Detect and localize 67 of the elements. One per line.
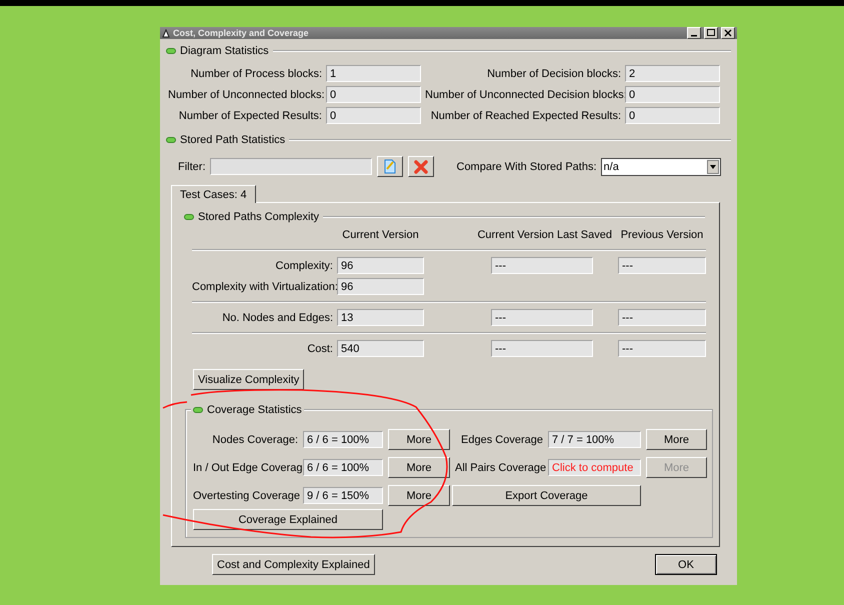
visualize-complexity-button[interactable]: Visualize Complexity [193, 369, 304, 390]
value-field: 0 [625, 86, 720, 103]
value-field: --- [491, 309, 593, 326]
field-label: Filter: [178, 160, 206, 172]
field-label: Number of Expected Results: [178, 110, 322, 122]
row-label: No. Nodes and Edges: [221, 312, 334, 324]
value-field: 0 [326, 107, 421, 124]
field-label: Number of Process blocks: [190, 68, 322, 80]
value-field: 0 [326, 86, 421, 103]
close-icon [414, 160, 428, 174]
value-field: --- [491, 340, 593, 357]
compare-dropdown[interactable]: n/a [600, 158, 721, 176]
field-label: Number of Decision blocks: [486, 68, 621, 80]
value-field: 96 [337, 257, 424, 274]
column-header: Previous Version [620, 228, 704, 243]
value-field: --- [618, 340, 706, 357]
section-title: Stored Path Statistics [180, 134, 286, 146]
value-field: --- [618, 257, 706, 274]
field-label: Compare With Stored Paths: [456, 160, 597, 172]
row-label: Complexity with Virtualization: [192, 280, 337, 292]
minimize-icon[interactable] [687, 27, 701, 39]
collapse-icon[interactable] [166, 48, 176, 54]
field-label: Number of Reached Expected Results: [430, 110, 621, 122]
close-icon[interactable] [721, 27, 735, 39]
document-icon [382, 159, 396, 174]
filter-field[interactable] [210, 158, 372, 175]
more-button[interactable]: More [388, 457, 450, 478]
collapse-icon[interactable] [184, 214, 194, 220]
field-label: Number of Unconnected blocks: [168, 88, 322, 100]
maximize-icon[interactable] [704, 27, 718, 39]
value-field: 0 [625, 107, 720, 124]
value-field: 2 [625, 65, 720, 82]
column-header: Current Version [341, 228, 420, 243]
collapse-icon[interactable] [166, 137, 176, 143]
value-field: 6 / 6 = 100% [303, 459, 383, 476]
coverage-label: Nodes Coverage: [211, 434, 298, 446]
row-label: Cost: [306, 342, 334, 354]
collapse-icon[interactable] [193, 406, 203, 412]
value-field: --- [491, 257, 593, 274]
more-button[interactable]: More [388, 485, 450, 506]
value-field: 6 / 6 = 100% [303, 431, 383, 448]
value-field: 540 [337, 340, 424, 357]
section-title: Diagram Statistics [180, 45, 269, 57]
window-title: Cost, Complexity and Coverage [173, 28, 310, 38]
ok-button[interactable]: OK [655, 554, 717, 575]
column-header: Current Version Last Saved [476, 228, 613, 243]
coverage-label: Edges Coverage [460, 434, 543, 446]
apply-filter-button[interactable] [376, 156, 402, 177]
clear-filter-button[interactable] [408, 156, 434, 177]
value-field: --- [618, 309, 706, 326]
app-icon [162, 28, 170, 38]
value-field: 96 [337, 278, 424, 295]
tab[interactable]: Test Cases: 4 [171, 185, 256, 203]
coverage-explained-button[interactable]: Coverage Explained [193, 509, 383, 530]
value-field: 1 [326, 65, 421, 82]
value-field: 9 / 6 = 150% [303, 487, 383, 504]
more-button[interactable]: More [646, 429, 707, 450]
coverage-label: Overtesting Coverage [193, 490, 298, 502]
dropdown-caret-icon[interactable] [706, 160, 719, 174]
value-field: 13 [337, 309, 424, 326]
more-button[interactable]: More [388, 429, 450, 450]
value-field: 7 / 7 = 100% [548, 431, 641, 448]
explained-button[interactable]: Cost and Complexity Explained [212, 554, 375, 575]
row-label: Complexity: [274, 260, 334, 272]
section-title: Stored Paths Complexity [198, 211, 320, 223]
section-title: Coverage Statistics [207, 404, 302, 416]
export-coverage-button[interactable]: Export Coverage [452, 485, 641, 506]
